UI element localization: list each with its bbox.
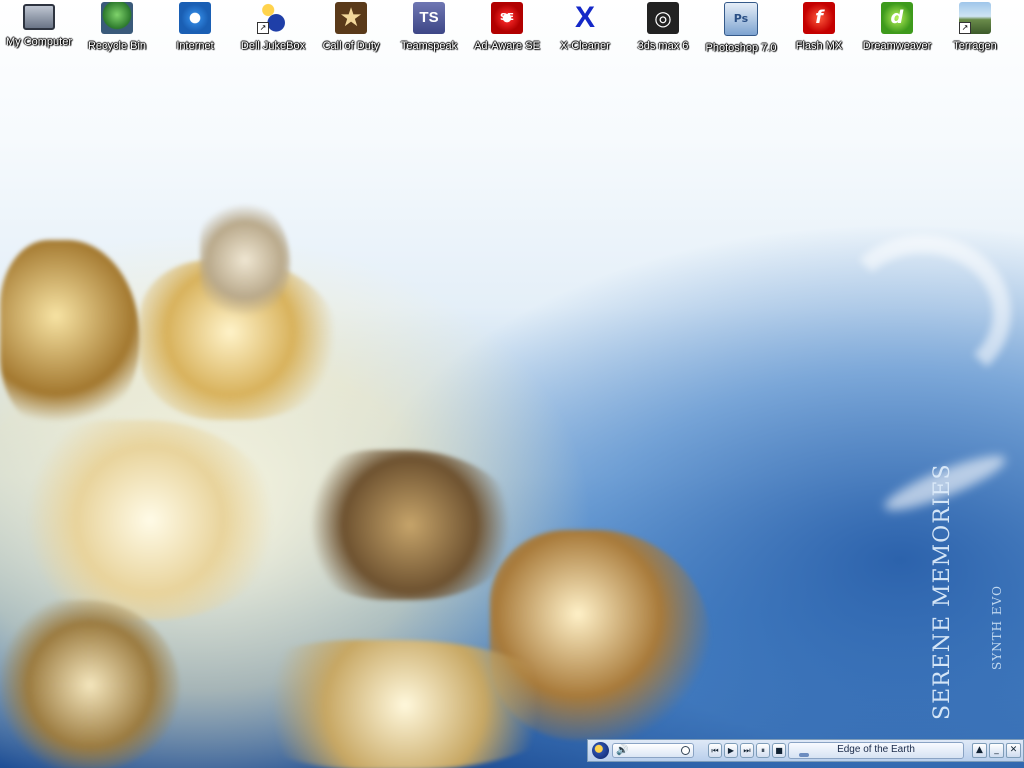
stop-button[interactable]: ■ — [772, 743, 786, 758]
desktop-icon-flash-mx[interactable]: f Flash MX — [780, 0, 858, 56]
wallpaper-swirl — [835, 235, 1011, 391]
desktop-icon-teamspeak[interactable]: TS Teamspeak — [390, 0, 468, 56]
desktop-icon-recycle-bin[interactable]: Recycle Bin — [78, 0, 156, 56]
desktop-wallpaper: SERENE MEMORIES SYNTH EVO — [0, 0, 1024, 768]
pause-button[interactable]: ⏸ — [756, 743, 770, 758]
minimize-player-button[interactable]: _ — [989, 743, 1004, 758]
shortcut-arrow-icon: ↗ — [257, 22, 269, 34]
recycle-bin-icon — [101, 2, 133, 34]
desktop-icon-call-of-duty[interactable]: ★ Call of Duty — [312, 0, 390, 56]
desktop-icon-label: Dell JukeBox — [240, 40, 306, 52]
desktop-icon-dell-jukebox[interactable]: ↗ Dell JukeBox — [234, 0, 312, 56]
dell-jukebox-icon: ↗ — [257, 2, 289, 34]
photoshop-icon: Ps — [724, 2, 758, 36]
flash-mx-icon: f — [803, 2, 835, 34]
desktop-icon-3ds-max-6[interactable]: ◎ 3ds max 6 — [624, 0, 702, 56]
my-computer-icon — [23, 4, 55, 30]
teamspeak-icon: TS — [413, 2, 445, 34]
next-track-button[interactable]: ⏭ — [740, 743, 754, 758]
restore-player-button[interactable]: ▲ — [972, 743, 987, 758]
wallpaper-fractal-shape — [300, 450, 520, 600]
desktop-icon-label: Teamspeak — [400, 40, 458, 52]
wallpaper-fractal-shape — [0, 240, 140, 430]
wallpaper-fractal-shape — [200, 200, 290, 320]
desktop-icon-my-computer[interactable]: My Computer — [0, 0, 78, 56]
play-button[interactable]: ▶ — [724, 743, 738, 758]
desktop-icon-label: Recycle Bin — [87, 40, 147, 52]
desktop-icon-label: 3ds max 6 — [637, 40, 689, 52]
media-player-mini-toolbar: 🔊 ⏮ ▶ ⏭ ⏸ ■ Edge of the Earth ▲ _ ✕ — [587, 739, 1024, 762]
desktop-icon-x-cleaner[interactable]: X X-Cleaner — [546, 0, 624, 56]
desktop-icon-ad-aware-se[interactable]: SE Ad-Aware SE — [468, 0, 546, 56]
desktop-icon-label: Internet — [176, 40, 214, 52]
media-player-logo-icon[interactable] — [592, 742, 609, 759]
desktop-icon-label: Photoshop 7.0 — [705, 42, 777, 54]
desktop-icon-label: Dreamweaver — [862, 40, 932, 52]
desktop-icon-label: My Computer — [5, 36, 73, 48]
wallpaper-subtitle: SYNTH EVO — [990, 585, 1004, 670]
previous-track-button[interactable]: ⏮ — [708, 743, 722, 758]
desktop-icon-internet[interactable]: Internet — [156, 0, 234, 56]
now-playing-track: Edge of the Earth — [837, 744, 915, 755]
3ds-max-icon: ◎ — [647, 2, 679, 34]
internet-explorer-icon — [179, 2, 211, 34]
ad-aware-icon: SE — [491, 2, 523, 34]
now-playing-display: Edge of the Earth — [788, 742, 964, 759]
desktop-icon-label: Ad-Aware SE — [474, 40, 540, 52]
call-of-duty-icon: ★ — [335, 2, 367, 34]
desktop-icon-photoshop-7[interactable]: Ps Photoshop 7.0 — [702, 0, 780, 56]
volume-slider[interactable]: 🔊 — [612, 743, 694, 758]
terragen-icon: ↗ — [959, 2, 991, 34]
speaker-icon: 🔊 — [616, 745, 629, 756]
desktop-icon-label: Flash MX — [795, 40, 843, 52]
wallpaper-fractal-shape — [0, 600, 180, 768]
dreamweaver-icon: d — [881, 2, 913, 34]
wallpaper-title: SERENE MEMORIES — [930, 463, 955, 720]
desktop-icon-label: Terragen — [953, 40, 997, 52]
desktop-icon-label: Call of Duty — [322, 40, 380, 52]
desktop-icon-terragen[interactable]: ↗ Terragen — [936, 0, 1014, 56]
wallpaper-fractal-shape — [20, 420, 280, 620]
volume-knob[interactable] — [681, 746, 690, 755]
desktop-icon-dreamweaver[interactable]: d Dreamweaver — [858, 0, 936, 56]
seek-slider[interactable] — [799, 753, 809, 757]
shortcut-arrow-icon: ↗ — [959, 22, 971, 34]
desktop-icon-label: X-Cleaner — [560, 40, 610, 52]
x-cleaner-icon: X — [574, 1, 595, 34]
close-player-button[interactable]: ✕ — [1006, 743, 1021, 758]
